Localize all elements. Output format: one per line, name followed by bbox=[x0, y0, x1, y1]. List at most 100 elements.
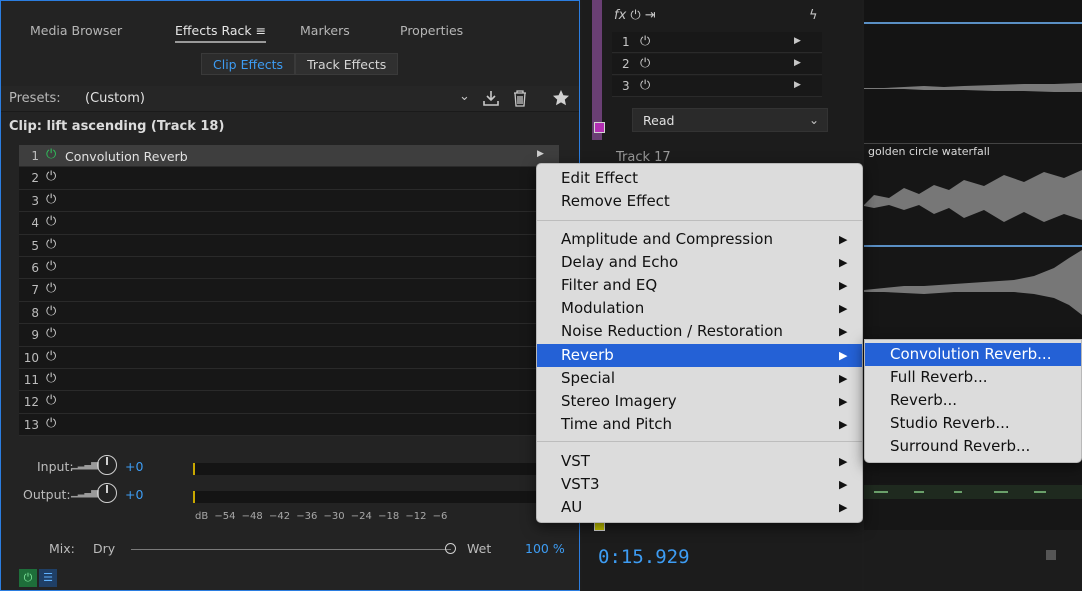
submenu-item[interactable]: Full Reverb... bbox=[865, 366, 1081, 389]
favorite-star-icon[interactable] bbox=[552, 89, 570, 111]
power-icon[interactable]: ⏻ bbox=[46, 326, 56, 341]
clip-effects-button[interactable]: Clip Effects bbox=[201, 53, 296, 75]
power-icon[interactable]: ⏻ bbox=[46, 169, 56, 184]
automation-mode-select[interactable]: Read ⌄ bbox=[632, 108, 828, 132]
menu-item-category[interactable]: Time and Pitch ▶ bbox=[537, 413, 862, 436]
track-fx-slot[interactable]: 1 ⏻ ▶ bbox=[612, 32, 822, 53]
menu-item-category[interactable]: Stereo Imagery ▶ bbox=[537, 390, 862, 413]
mix-dry-label: Dry bbox=[93, 541, 116, 556]
rack-power-icon[interactable]: ⏻ bbox=[19, 569, 37, 587]
tab-effects-rack-label: Effects Rack bbox=[175, 23, 252, 38]
input-gain-value[interactable]: +0 bbox=[125, 459, 143, 474]
track-color-swatch[interactable] bbox=[594, 122, 605, 133]
slot-menu-arrow-icon[interactable]: ▶ bbox=[537, 149, 544, 159]
panel-menu-icon[interactable]: ≡ bbox=[256, 23, 266, 38]
menu-item-label: Reverb bbox=[561, 345, 614, 364]
effect-slot[interactable]: 12 ⏻ bbox=[19, 391, 559, 414]
power-icon[interactable]: ⏻ bbox=[640, 34, 650, 49]
output-gain-value[interactable]: +0 bbox=[125, 487, 143, 502]
presets-select[interactable]: (Custom) bbox=[85, 91, 145, 106]
input-gain-knob[interactable] bbox=[97, 455, 117, 475]
submenu-arrow-icon: ▶ bbox=[839, 455, 848, 468]
power-icon[interactable]: ⏻ bbox=[640, 78, 650, 93]
power-icon[interactable]: ⏻ bbox=[46, 147, 56, 162]
menu-item-category[interactable]: Reverb ▶ bbox=[537, 343, 862, 367]
submenu-item[interactable]: Reverb... bbox=[865, 389, 1081, 412]
effect-slot[interactable]: 8 ⏻ bbox=[19, 301, 559, 325]
tab-properties[interactable]: Properties bbox=[400, 23, 463, 38]
menu-item-category[interactable]: Delay and Echo ▶ bbox=[537, 251, 862, 274]
effect-slot[interactable]: 4 ⏻ bbox=[19, 212, 559, 235]
tab-markers[interactable]: Markers bbox=[300, 23, 350, 38]
menu-item-label: VST bbox=[561, 452, 590, 470]
stop-icon[interactable] bbox=[1046, 550, 1056, 560]
chevron-down-icon[interactable]: ⌄ bbox=[459, 89, 470, 104]
power-icon[interactable]: ⏻ bbox=[640, 56, 650, 71]
submenu-arrow-icon: ▶ bbox=[839, 417, 848, 431]
power-icon[interactable]: ⏻ bbox=[46, 192, 56, 207]
power-icon[interactable]: ⏻ bbox=[46, 259, 56, 274]
menu-item-plugin-format[interactable]: VST3 ▶ bbox=[537, 473, 862, 496]
menu-item-category[interactable]: Filter and EQ ▶ bbox=[537, 274, 862, 297]
submenu-arrow-icon: ▶ bbox=[839, 371, 848, 385]
menu-item-category[interactable]: Amplitude and Compression ▶ bbox=[537, 228, 862, 251]
effect-slot[interactable]: 13 ⏻ bbox=[19, 413, 559, 437]
menu-item-category[interactable]: Special ▶ bbox=[537, 367, 862, 390]
menu-item-plugin-format[interactable]: VST ▶ bbox=[537, 450, 862, 473]
tab-effects-rack[interactable]: Effects Rack ≡ bbox=[175, 23, 267, 43]
effect-slot[interactable]: 9 ⏻ bbox=[19, 324, 559, 347]
power-icon[interactable]: ⏻ bbox=[46, 393, 56, 408]
mix-percent-value[interactable]: 100 % bbox=[525, 541, 565, 556]
track-fx-slot[interactable]: 2 ⏻ ▶ bbox=[612, 54, 822, 75]
fx-slot-arrow-icon[interactable]: ▶ bbox=[794, 80, 801, 90]
effect-slot[interactable]: 6 ⏻ bbox=[19, 256, 559, 280]
output-gain-knob[interactable] bbox=[97, 483, 117, 503]
menu-item-category[interactable]: Noise Reduction / Restoration ▶ bbox=[537, 320, 862, 343]
save-preset-icon[interactable] bbox=[482, 89, 500, 111]
track-effects-button[interactable]: Track Effects bbox=[295, 53, 399, 75]
power-icon[interactable]: ⏻ bbox=[46, 281, 56, 296]
track-fx-slot[interactable]: 3 ⏻ ▶ bbox=[612, 76, 822, 97]
slot-number: 6 bbox=[31, 260, 39, 275]
menu-item-label: AU bbox=[561, 498, 583, 516]
submenu-item[interactable]: Convolution Reverb... bbox=[865, 343, 1081, 366]
power-icon[interactable]: ⏻ bbox=[46, 237, 56, 252]
power-icon[interactable]: ⏻ bbox=[46, 371, 56, 386]
time-display[interactable]: 0:15.929 bbox=[598, 546, 690, 568]
submenu-item[interactable]: Surround Reverb... bbox=[865, 435, 1081, 458]
mix-row: Mix: Dry Wet 100 % bbox=[1, 539, 579, 561]
menu-item-plugin-format[interactable]: AU ▶ bbox=[537, 496, 862, 519]
power-icon[interactable]: ⏻ bbox=[46, 349, 56, 364]
submenu-item[interactable]: Studio Reverb... bbox=[865, 412, 1081, 435]
slot-number: 4 bbox=[31, 216, 39, 231]
submenu-arrow-icon: ▶ bbox=[839, 348, 848, 362]
bolt-icon[interactable]: ϟ bbox=[809, 8, 818, 23]
power-icon[interactable]: ⏻ bbox=[46, 416, 56, 431]
submenu-arrow-icon: ▶ bbox=[839, 325, 848, 339]
fx-slot-arrow-icon[interactable]: ▶ bbox=[794, 36, 801, 46]
effect-slot[interactable]: 10 ⏻ bbox=[19, 346, 559, 369]
menu-item-category[interactable]: Modulation ▶ bbox=[537, 297, 862, 320]
menu-item-remove-effect[interactable]: Remove Effect bbox=[537, 190, 862, 213]
menu-item-edit-effect[interactable]: Edit Effect bbox=[537, 167, 862, 190]
effect-slot[interactable]: 2 ⏻ bbox=[19, 167, 559, 190]
fx-slot-arrow-icon[interactable]: ▶ bbox=[794, 58, 801, 68]
effect-slot[interactable]: 3 ⏻ bbox=[19, 189, 559, 213]
clip-label: Clip: lift ascending (Track 18) bbox=[9, 119, 225, 134]
mix-slider-thumb[interactable] bbox=[445, 543, 456, 554]
tab-media-browser[interactable]: Media Browser bbox=[30, 23, 122, 38]
effect-slot[interactable]: 5 ⏻ bbox=[19, 234, 559, 257]
power-icon[interactable]: ⏻ bbox=[46, 304, 56, 319]
slot-number: 12 bbox=[23, 395, 39, 410]
list-view-icon[interactable]: ☰ bbox=[39, 569, 57, 587]
panel-tab-bar: Media Browser Effects Rack ≡ Markers Pro… bbox=[1, 1, 579, 45]
submenu-arrow-icon: ▶ bbox=[839, 256, 848, 270]
mix-slider-track[interactable] bbox=[131, 549, 451, 550]
effect-slot[interactable]: 7 ⏻ bbox=[19, 279, 559, 302]
output-meter bbox=[193, 491, 539, 503]
effect-slot[interactable]: 1 ⏻ Convolution Reverb ▶ bbox=[19, 145, 559, 168]
menu-item-label: Edit Effect bbox=[561, 169, 638, 187]
power-icon[interactable]: ⏻ bbox=[46, 214, 56, 229]
delete-preset-icon[interactable] bbox=[512, 89, 528, 111]
effect-slot[interactable]: 11 ⏻ bbox=[19, 368, 559, 392]
